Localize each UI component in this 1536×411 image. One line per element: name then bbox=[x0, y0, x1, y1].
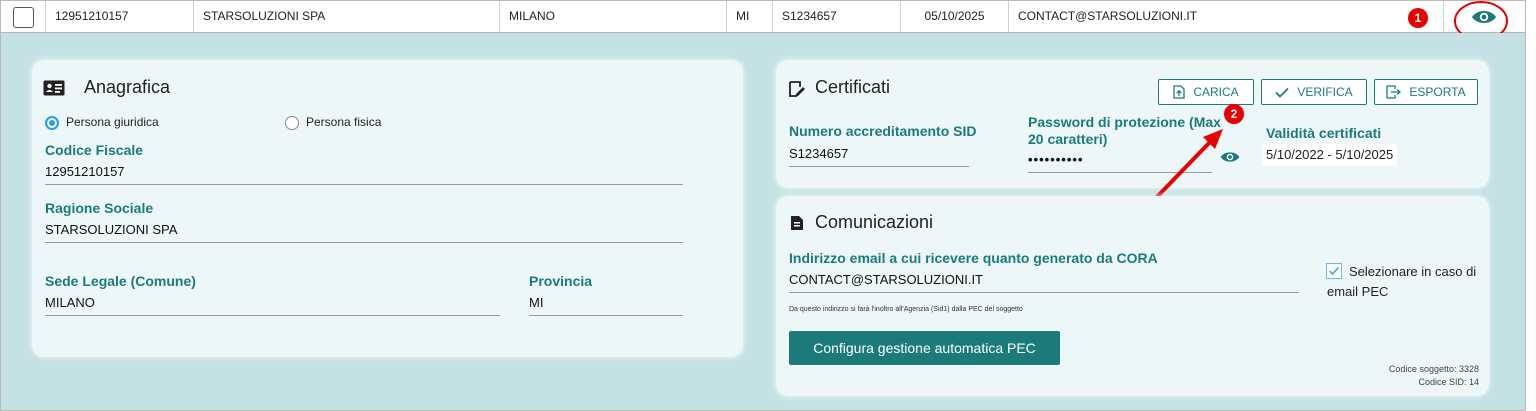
sede-legale-field[interactable]: MILANO bbox=[45, 295, 500, 316]
radio-persona-giuridica[interactable] bbox=[45, 116, 59, 130]
validita-label: Validità certificati bbox=[1266, 125, 1382, 141]
check-icon bbox=[1275, 87, 1289, 98]
pec-checkbox-label: Selezionare in caso di email PEC bbox=[1327, 264, 1477, 299]
id-card-icon bbox=[43, 80, 65, 96]
codice-soggetto: Codice soggetto: 3328 bbox=[1388, 364, 1479, 374]
table-row[interactable]: 12951210157 STARSOLUZIONI SPA MILANO MI … bbox=[0, 0, 1526, 33]
ragione-sociale-field[interactable]: STARSOLUZIONI SPA bbox=[45, 222, 683, 243]
radio-persona-fisica-label: Persona fisica bbox=[306, 115, 382, 129]
provincia-field[interactable]: MI bbox=[529, 295, 683, 316]
cell-ragione-sociale: STARSOLUZIONI SPA bbox=[194, 1, 500, 32]
email-field[interactable]: CONTACT@STARSOLUZIONI.IT bbox=[789, 272, 1299, 293]
callout-badge-1: 1 bbox=[1408, 8, 1428, 28]
email-note: Da questo indirizzo si farà l'inoltro al… bbox=[789, 306, 1023, 313]
row-select-checkbox[interactable] bbox=[13, 7, 34, 28]
carica-button[interactable]: CARICA bbox=[1158, 79, 1254, 105]
radio-persona-fisica[interactable] bbox=[285, 116, 299, 130]
radio-persona-giuridica-label: Persona giuridica bbox=[66, 115, 159, 129]
anagrafica-panel: Anagrafica Persona giuridica Persona fis… bbox=[32, 60, 743, 357]
anagrafica-title: Anagrafica bbox=[84, 77, 171, 97]
comunicazioni-title: Comunicazioni bbox=[815, 212, 934, 232]
certificati-title: Certificati bbox=[815, 77, 891, 97]
codice-sid: Codice SID: 14 bbox=[1418, 377, 1479, 387]
cell-email: CONTACT@STARSOLUZIONI.IT bbox=[1009, 1, 1444, 32]
verifica-label: VERIFICA bbox=[1297, 85, 1353, 99]
cell-comune: MILANO bbox=[500, 1, 727, 32]
email-label: Indirizzo email a cui ricevere quanto ge… bbox=[789, 250, 1158, 266]
document-icon bbox=[791, 216, 803, 230]
detail-panel: Anagrafica Persona giuridica Persona fis… bbox=[0, 33, 1526, 411]
cell-sid: S1234657 bbox=[773, 1, 901, 32]
row-select-cell bbox=[1, 1, 46, 32]
export-file-icon bbox=[1386, 85, 1402, 99]
certificati-panel: Certificati CARICA VERIFICA ESPORTA Nume… bbox=[776, 60, 1489, 188]
cell-codice-fiscale: 12951210157 bbox=[46, 1, 194, 32]
verifica-button[interactable]: VERIFICA bbox=[1261, 79, 1367, 105]
cell-data: 05/10/2025 bbox=[901, 1, 1009, 32]
upload-file-icon bbox=[1173, 85, 1185, 99]
numero-sid-field[interactable]: S1234657 bbox=[789, 146, 969, 167]
configura-pec-button[interactable]: Configura gestione automatica PEC bbox=[789, 331, 1060, 365]
ragione-sociale-label: Ragione Sociale bbox=[45, 200, 154, 216]
numero-sid-label: Numero accreditamento SID bbox=[789, 123, 977, 139]
esporta-button[interactable]: ESPORTA bbox=[1374, 79, 1478, 105]
certificate-icon bbox=[789, 81, 805, 97]
provincia-label: Provincia bbox=[529, 273, 593, 289]
carica-label: CARICA bbox=[1193, 85, 1239, 99]
codice-fiscale-label: Codice Fiscale bbox=[45, 142, 144, 158]
comunicazioni-panel: Comunicazioni Indirizzo email a cui rice… bbox=[776, 196, 1489, 396]
sede-legale-label: Sede Legale (Comune) bbox=[45, 273, 196, 289]
cell-provincia: MI bbox=[727, 1, 773, 32]
validita-value: 5/10/2022 - 5/10/2025 bbox=[1262, 144, 1398, 166]
codice-fiscale-field[interactable]: 12951210157 bbox=[45, 164, 683, 185]
esporta-label: ESPORTA bbox=[1409, 85, 1466, 99]
